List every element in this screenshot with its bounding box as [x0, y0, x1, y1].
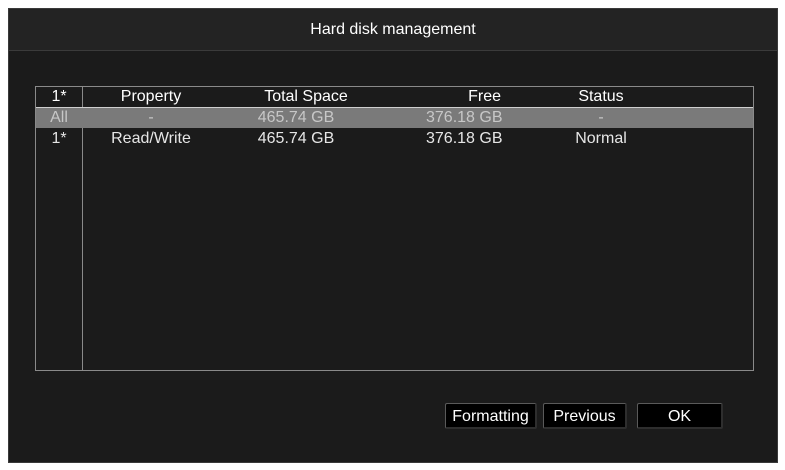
table-row-all[interactable]: All - 465.74 GB 376.18 GB -: [36, 108, 753, 128]
ok-button[interactable]: OK: [637, 403, 723, 429]
row-total-space: 465.74 GB: [257, 109, 335, 126]
row-property: Read/Write: [111, 130, 191, 147]
dialog-title: Hard disk management: [9, 9, 777, 51]
header-free: Free: [468, 88, 501, 105]
previous-button[interactable]: Previous: [543, 403, 627, 429]
hard-disk-dialog: Hard disk management 1* Property Total S…: [8, 8, 778, 463]
table-header: 1* Property Total Space Free Status: [36, 87, 753, 108]
row-id: 1*: [51, 130, 67, 147]
header-id: 1*: [51, 88, 67, 105]
formatting-button[interactable]: Formatting: [445, 403, 537, 429]
row-status: -: [598, 109, 604, 126]
row-free: 376.18 GB: [426, 130, 503, 147]
disk-table: 1* Property Total Space Free Status All …: [35, 86, 754, 371]
row-total-space: 465.74 GB: [257, 130, 335, 147]
header-status: Status: [578, 88, 624, 105]
table-row-disk-1[interactable]: 1* Read/Write 465.74 GB 376.18 GB Normal: [36, 129, 753, 149]
header-total-space: Total Space: [264, 88, 348, 105]
row-property: -: [148, 109, 154, 126]
header-property: Property: [120, 88, 182, 105]
row-free: 376.18 GB: [426, 109, 503, 126]
row-status: Normal: [575, 130, 627, 147]
row-id: All: [50, 109, 68, 126]
